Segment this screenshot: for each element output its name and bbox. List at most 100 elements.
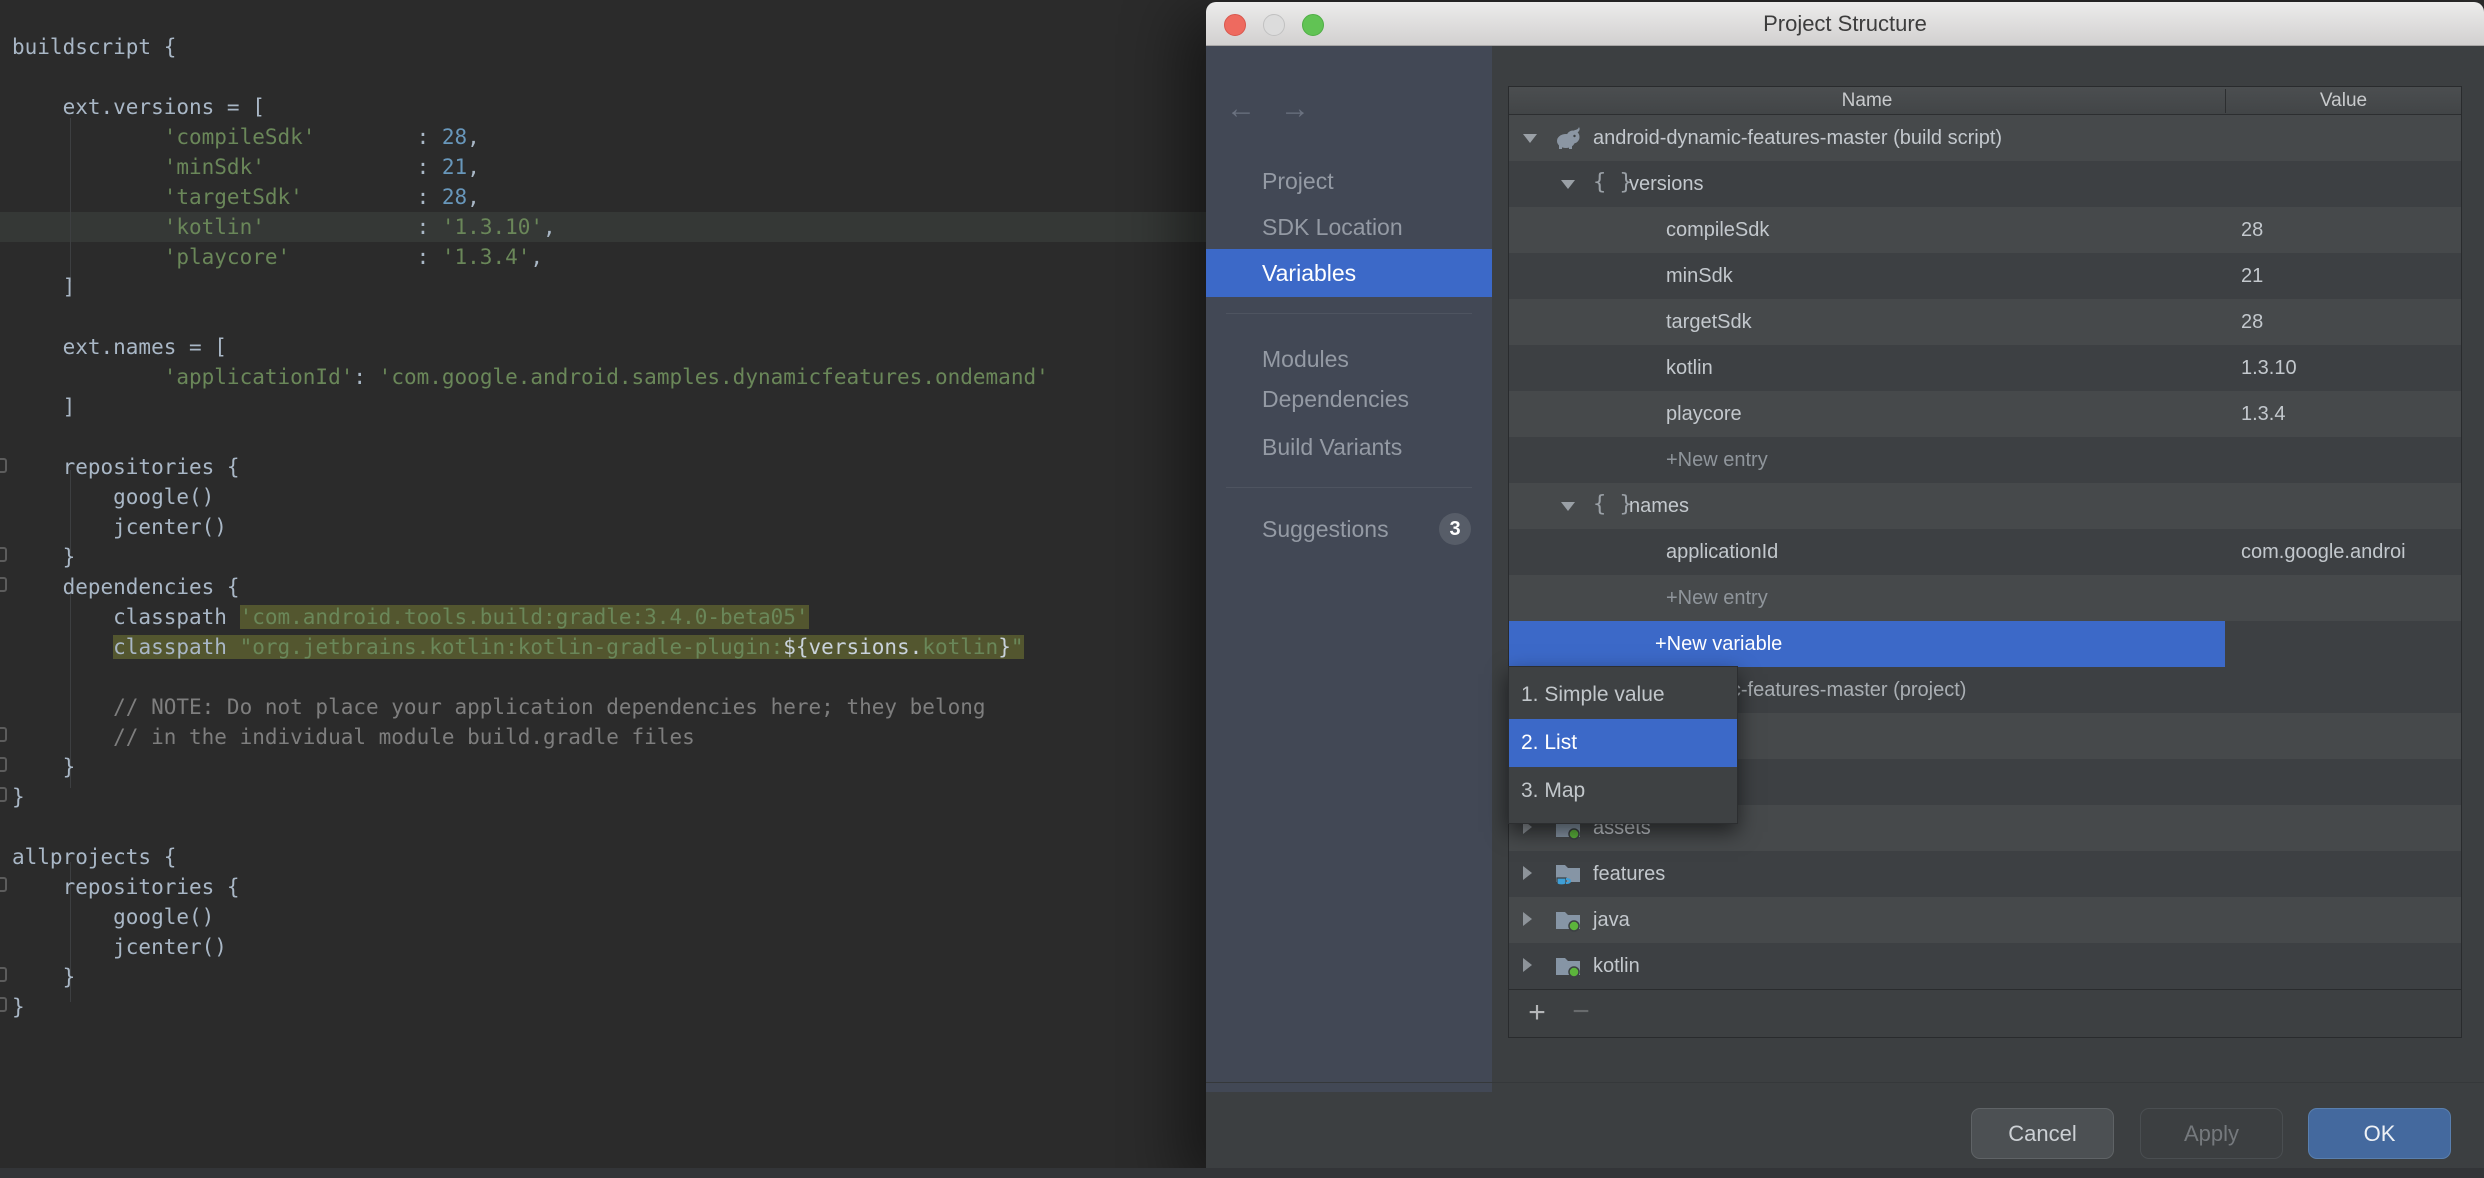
code-line[interactable]: ]: [12, 272, 1049, 302]
code-line[interactable]: [12, 302, 1049, 332]
dialog-titlebar[interactable]: Project Structure: [1206, 2, 2484, 46]
table-row-applicationid[interactable]: applicationId com.google.androi: [1509, 529, 2461, 575]
code-line[interactable]: ]: [12, 392, 1049, 422]
table-row-new-variable[interactable]: +New variable: [1509, 621, 2461, 667]
name-cell[interactable]: android-dynamic-features-master (build s…: [1509, 115, 2225, 161]
column-divider[interactable]: [2225, 89, 2226, 113]
code-line[interactable]: buildscript {: [12, 32, 1049, 62]
name-cell[interactable]: kotlin: [1509, 943, 2225, 989]
collapse-arrow-icon[interactable]: [1523, 912, 1532, 926]
code-line[interactable]: allprojects {: [12, 842, 1049, 872]
sidebar-item-sdk-location[interactable]: SDK Location: [1206, 203, 1492, 251]
name-cell[interactable]: { } names: [1509, 483, 2225, 529]
remove-variable-button[interactable]: −: [1563, 996, 1599, 1032]
name-cell[interactable]: +New entry: [1509, 575, 2225, 621]
name-cell[interactable]: minSdk: [1509, 253, 2225, 299]
sidebar-item-dependencies[interactable]: Dependencies: [1206, 375, 1492, 423]
ok-button[interactable]: OK: [2308, 1108, 2451, 1159]
code-line[interactable]: // NOTE: Do not place your application d…: [12, 692, 1049, 722]
popup-item-3-map[interactable]: 3. Map: [1509, 767, 1737, 815]
code-line[interactable]: }: [12, 962, 1049, 992]
fold-marker-icon[interactable]: [0, 997, 7, 1012]
editor-code-text[interactable]: buildscript { ext.versions = [ 'compileS…: [12, 32, 1049, 1022]
name-cell[interactable]: +New variable: [1509, 621, 2225, 667]
code-line[interactable]: }: [12, 752, 1049, 782]
name-cell[interactable]: { } versions: [1509, 161, 2225, 207]
code-line[interactable]: 'applicationId': 'com.google.android.sam…: [12, 362, 1049, 392]
close-window-icon[interactable]: [1224, 14, 1246, 36]
fold-marker-icon[interactable]: [0, 967, 7, 982]
table-row-android-dynamic-features-master-build-script[interactable]: android-dynamic-features-master (build s…: [1509, 115, 2461, 161]
column-header-value[interactable]: Value: [2226, 87, 2461, 115]
minimize-window-icon[interactable]: [1263, 14, 1285, 36]
table-header[interactable]: Name Value: [1509, 87, 2461, 115]
name-cell[interactable]: targetSdk: [1509, 299, 2225, 345]
code-line[interactable]: google(): [12, 482, 1049, 512]
back-arrow-icon[interactable]: ←: [1226, 94, 1256, 124]
code-line[interactable]: dependencies {: [12, 572, 1049, 602]
value-cell[interactable]: 21: [2241, 253, 2453, 299]
code-line[interactable]: }: [12, 782, 1049, 812]
fold-marker-icon[interactable]: [0, 877, 7, 892]
code-line[interactable]: }: [12, 992, 1049, 1022]
fold-marker-icon[interactable]: [0, 727, 7, 742]
fold-marker-icon[interactable]: [0, 757, 7, 772]
table-row-playcore[interactable]: playcore 1.3.4: [1509, 391, 2461, 437]
name-cell[interactable]: compileSdk: [1509, 207, 2225, 253]
code-line[interactable]: jcenter(): [12, 932, 1049, 962]
table-row-minsdk[interactable]: minSdk 21: [1509, 253, 2461, 299]
code-line[interactable]: }: [12, 542, 1049, 572]
expand-arrow-icon[interactable]: [1561, 502, 1575, 511]
table-row-kotlin[interactable]: kotlin: [1509, 943, 2461, 989]
table-row-compilesdk[interactable]: compileSdk 28: [1509, 207, 2461, 253]
code-line[interactable]: [12, 62, 1049, 92]
fold-marker-icon[interactable]: [0, 577, 7, 592]
value-cell[interactable]: 28: [2241, 207, 2453, 253]
code-line[interactable]: 'minSdk' : 21,: [12, 152, 1049, 182]
name-cell[interactable]: kotlin: [1509, 345, 2225, 391]
apply-button[interactable]: Apply: [2140, 1108, 2283, 1159]
collapse-arrow-icon[interactable]: [1523, 958, 1532, 972]
value-cell[interactable]: 28: [2241, 299, 2453, 345]
zoom-window-icon[interactable]: [1302, 14, 1324, 36]
value-cell[interactable]: com.google.androi: [2241, 529, 2453, 575]
table-row-kotlin[interactable]: kotlin 1.3.10: [1509, 345, 2461, 391]
table-row-java[interactable]: java: [1509, 897, 2461, 943]
code-line[interactable]: classpath "org.jetbrains.kotlin:kotlin-g…: [12, 632, 1049, 662]
code-line[interactable]: 'playcore' : '1.3.4',: [12, 242, 1049, 272]
name-cell[interactable]: applicationId: [1509, 529, 2225, 575]
name-cell[interactable]: features: [1509, 851, 2225, 897]
code-line[interactable]: google(): [12, 902, 1049, 932]
code-line[interactable]: 'targetSdk' : 28,: [12, 182, 1049, 212]
name-cell[interactable]: java: [1509, 897, 2225, 943]
expand-arrow-icon[interactable]: [1523, 134, 1537, 143]
table-row-features[interactable]: features: [1509, 851, 2461, 897]
fold-marker-icon[interactable]: [0, 787, 7, 802]
add-variable-button[interactable]: +: [1519, 996, 1555, 1032]
code-line[interactable]: [12, 662, 1049, 692]
name-cell[interactable]: +New entry: [1509, 437, 2225, 483]
code-line[interactable]: // in the individual module build.gradle…: [12, 722, 1049, 752]
code-line[interactable]: ext.versions = [: [12, 92, 1049, 122]
name-cell[interactable]: playcore: [1509, 391, 2225, 437]
popup-item-1-simple-value[interactable]: 1. Simple value: [1509, 671, 1737, 719]
table-row-names[interactable]: { } names: [1509, 483, 2461, 529]
code-line[interactable]: [12, 812, 1049, 842]
table-row-versions[interactable]: { } versions: [1509, 161, 2461, 207]
code-line[interactable]: [12, 422, 1049, 452]
code-editor[interactable]: buildscript { ext.versions = [ 'compileS…: [0, 0, 1206, 1168]
code-line[interactable]: jcenter(): [12, 512, 1049, 542]
code-line[interactable]: ext.names = [: [12, 332, 1049, 362]
value-cell[interactable]: 1.3.10: [2241, 345, 2453, 391]
sidebar-item-project[interactable]: Project: [1206, 157, 1492, 205]
sidebar-item-build-variants[interactable]: Build Variants: [1206, 423, 1492, 471]
table-row-new-entry[interactable]: +New entry: [1509, 437, 2461, 483]
code-line[interactable]: repositories {: [12, 872, 1049, 902]
fold-marker-icon[interactable]: [0, 458, 7, 473]
collapse-arrow-icon[interactable]: [1523, 866, 1532, 880]
forward-arrow-icon[interactable]: →: [1280, 94, 1310, 124]
column-header-name[interactable]: Name: [1509, 87, 2225, 115]
table-row-new-entry[interactable]: +New entry: [1509, 575, 2461, 621]
expand-arrow-icon[interactable]: [1561, 180, 1575, 189]
value-cell[interactable]: 1.3.4: [2241, 391, 2453, 437]
